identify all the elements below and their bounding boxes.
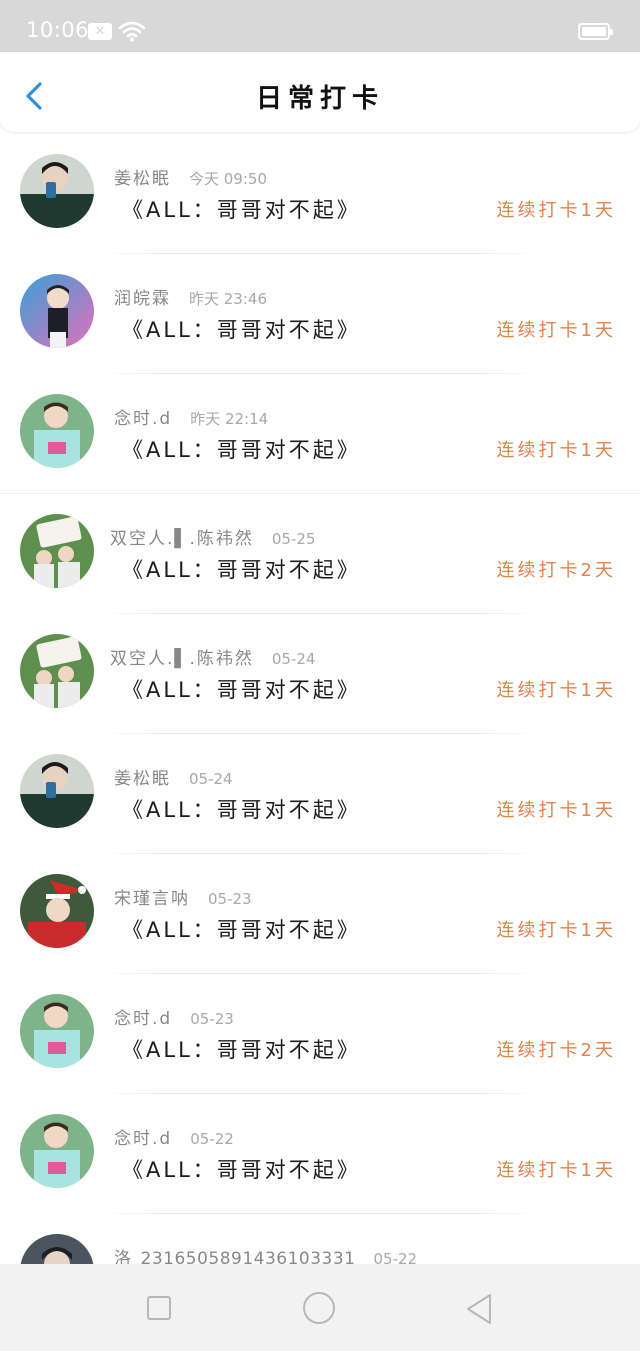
post-title[interactable]: 《ALL：哥哥对不起》 xyxy=(122,1034,361,1064)
post-title[interactable]: 《ALL：哥哥对不起》 xyxy=(122,434,361,464)
streak-badge: 连续打卡1天 xyxy=(496,1160,616,1181)
user-avatar[interactable] xyxy=(20,994,94,1068)
user-meta: 念时.d 05-23 xyxy=(114,1004,234,1029)
battery-icon xyxy=(578,23,613,40)
checkin-time: 05-24 xyxy=(189,770,233,788)
user-avatar[interactable] xyxy=(20,874,94,948)
checkin-time: 05-24 xyxy=(271,650,316,668)
user-avatar[interactable] xyxy=(20,514,94,588)
notification-icon: ✕ xyxy=(88,23,112,40)
checkin-time: 05-23 xyxy=(190,1010,234,1028)
streak-badge: 连续打卡2天 xyxy=(496,1040,616,1061)
streak-badge: 连续打卡1天 xyxy=(496,200,616,221)
checkin-item[interactable]: 姜松眠 今天 09:50 《ALL：哥哥对不起》 连续打卡1天 xyxy=(0,134,640,254)
app-header: 日常打卡 xyxy=(0,52,640,132)
user-avatar[interactable] xyxy=(20,1114,94,1188)
user-name[interactable]: 念时.d xyxy=(114,1009,172,1029)
post-title[interactable]: 《ALL：哥哥对不起》 xyxy=(122,314,361,344)
user-name[interactable]: 念时.d xyxy=(114,409,172,429)
streak-badge: 连续打卡1天 xyxy=(496,440,616,461)
checkin-item[interactable]: 双空人.▌.陈祎然 05-25 《ALL：哥哥对不起》 连续打卡2天 xyxy=(0,494,640,614)
user-meta: 宋瑾言呐 05-23 xyxy=(114,884,252,909)
user-meta: 念时.d 05-22 xyxy=(114,1124,234,1149)
checkin-item[interactable]: 洛_2316505891436103331 05-22 xyxy=(0,1214,640,1264)
status-bar: 10:06 ✕ xyxy=(0,0,640,52)
user-name[interactable]: 姜松眠 xyxy=(114,169,171,189)
checkin-item[interactable]: 双空人.▌.陈祎然 05-24 《ALL：哥哥对不起》 连续打卡1天 xyxy=(0,614,640,734)
user-name[interactable]: 念时.d xyxy=(114,1129,172,1149)
page-title: 日常打卡 xyxy=(255,84,384,114)
user-avatar[interactable] xyxy=(20,754,94,828)
system-nav-bar xyxy=(0,1264,640,1351)
post-title[interactable]: 《ALL：哥哥对不起》 xyxy=(122,674,361,704)
wifi-icon xyxy=(118,21,146,42)
checkin-item[interactable]: 念时.d 05-23 《ALL：哥哥对不起》 连续打卡2天 xyxy=(0,974,640,1094)
checkin-item[interactable]: 念时.d 05-22 《ALL：哥哥对不起》 连续打卡1天 xyxy=(0,1094,640,1214)
checkin-time: 昨天 23:46 xyxy=(189,290,267,308)
user-name[interactable]: 润皖霖 xyxy=(114,289,171,309)
user-avatar[interactable] xyxy=(20,394,94,468)
streak-badge: 连续打卡1天 xyxy=(496,320,616,341)
streak-badge: 连续打卡2天 xyxy=(496,560,616,581)
user-meta: 姜松眠 今天 09:50 xyxy=(114,164,267,189)
user-name[interactable]: 洛_2316505891436103331 xyxy=(114,1249,356,1264)
user-name[interactable]: 双空人.▌.陈祎然 xyxy=(110,529,254,549)
user-name[interactable]: 宋瑾言呐 xyxy=(114,889,190,909)
checkin-item[interactable]: 念时.d 昨天 22:14 《ALL：哥哥对不起》 连续打卡1天 xyxy=(0,374,640,494)
checkin-time: 05-25 xyxy=(271,530,316,548)
user-meta: 姜松眠 05-24 xyxy=(114,764,233,789)
streak-badge: 连续打卡1天 xyxy=(496,920,616,941)
checkin-item[interactable]: 宋瑾言呐 05-23 《ALL：哥哥对不起》 连续打卡1天 xyxy=(0,854,640,974)
checkin-list[interactable]: 姜松眠 今天 09:50 《ALL：哥哥对不起》 连续打卡1天 润皖霖 昨天 23:… xyxy=(0,134,640,1264)
circle-icon[interactable] xyxy=(303,1292,335,1324)
checkin-item[interactable]: 姜松眠 05-24 《ALL：哥哥对不起》 连续打卡1天 xyxy=(0,734,640,854)
status-time: 10:06 xyxy=(26,18,90,42)
checkin-time: 今天 09:50 xyxy=(189,170,267,188)
checkin-time: 05-22 xyxy=(373,1250,418,1264)
checkin-time: 昨天 22:14 xyxy=(190,410,269,428)
user-meta: 洛_2316505891436103331 05-22 xyxy=(114,1244,417,1264)
streak-badge: 连续打卡1天 xyxy=(496,680,616,701)
post-title[interactable]: 《ALL：哥哥对不起》 xyxy=(122,1154,361,1184)
user-meta: 双空人.▌.陈祎然 05-24 xyxy=(110,644,316,669)
triangle-back-icon[interactable] xyxy=(464,1292,494,1326)
post-title[interactable]: 《ALL：哥哥对不起》 xyxy=(122,194,361,224)
user-avatar[interactable] xyxy=(20,274,94,348)
user-name[interactable]: 姜松眠 xyxy=(114,769,171,789)
post-title[interactable]: 《ALL：哥哥对不起》 xyxy=(122,794,361,824)
checkin-time: 05-23 xyxy=(208,890,252,908)
post-title[interactable]: 《ALL：哥哥对不起》 xyxy=(122,554,361,584)
square-icon[interactable] xyxy=(147,1296,171,1320)
user-avatar[interactable] xyxy=(20,634,94,708)
checkin-time: 05-22 xyxy=(190,1130,234,1148)
user-meta: 润皖霖 昨天 23:46 xyxy=(114,284,267,309)
streak-badge: 连续打卡1天 xyxy=(496,800,616,821)
user-meta: 双空人.▌.陈祎然 05-25 xyxy=(110,524,316,549)
user-name[interactable]: 双空人.▌.陈祎然 xyxy=(110,649,254,669)
post-title[interactable]: 《ALL：哥哥对不起》 xyxy=(122,914,361,944)
user-meta: 念时.d 昨天 22:14 xyxy=(114,404,269,429)
user-avatar[interactable] xyxy=(20,1234,94,1264)
user-avatar[interactable] xyxy=(20,154,94,228)
checkin-item[interactable]: 润皖霖 昨天 23:46 《ALL：哥哥对不起》 连续打卡1天 xyxy=(0,254,640,374)
